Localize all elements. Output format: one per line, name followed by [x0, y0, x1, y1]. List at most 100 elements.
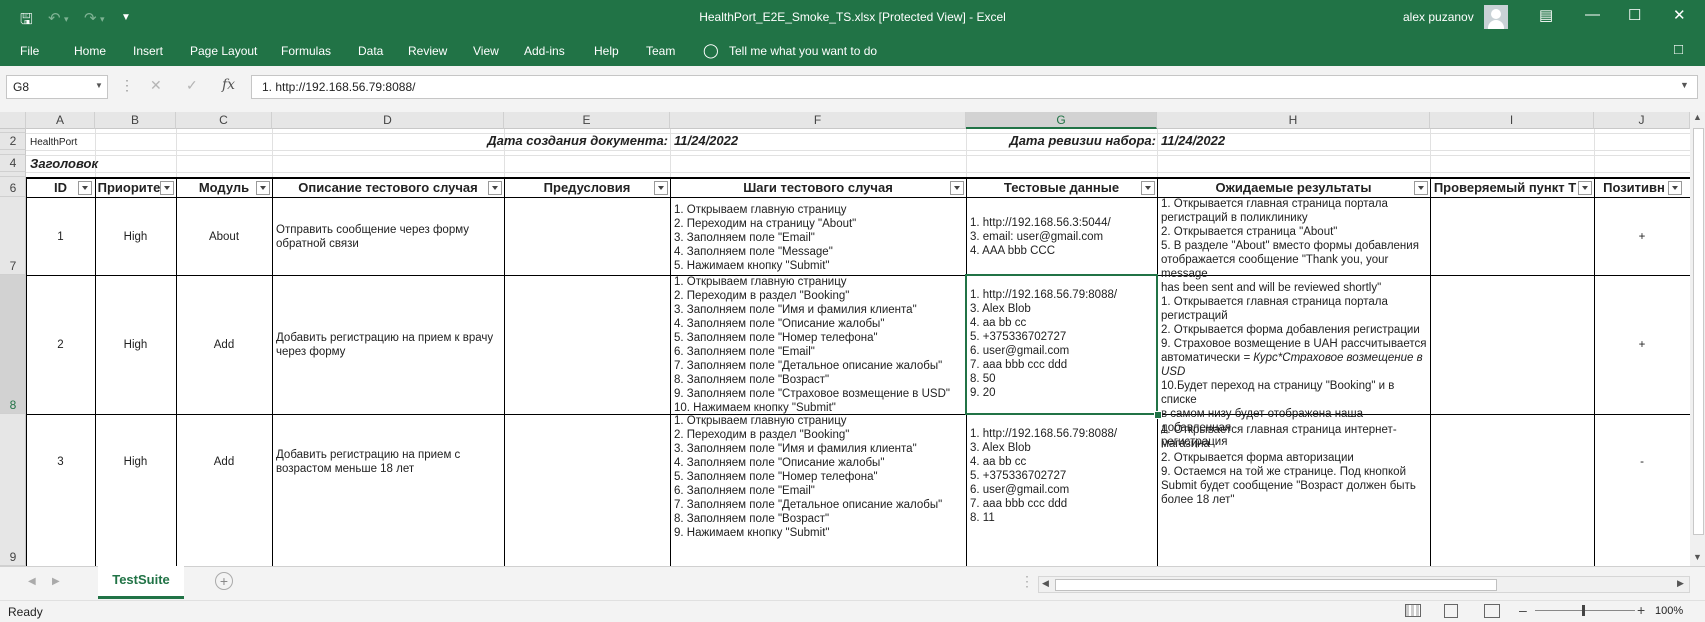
spreadsheet-grid[interactable]: A B C D E F G H I J 2 4 6 7 8 9 HealthPo…: [0, 112, 1690, 566]
case-steps[interactable]: 1. Открываем главную страницу 2. Переход…: [670, 203, 966, 273]
case-positive[interactable]: -: [1594, 455, 1690, 469]
case-expected[interactable]: 1. Открывается главная страница интернет…: [1157, 423, 1430, 507]
column-header[interactable]: A: [26, 112, 95, 129]
filter-dropdown-icon[interactable]: [488, 181, 502, 195]
case-module[interactable]: Add: [176, 338, 272, 352]
minimize-icon[interactable]: —: [1585, 6, 1600, 23]
name-box[interactable]: G8 ▼: [6, 75, 108, 99]
case-id[interactable]: 2: [26, 338, 95, 352]
filter-dropdown-icon[interactable]: [654, 181, 668, 195]
header-positive: Позитивн: [1603, 180, 1665, 195]
insert-function-icon[interactable]: fx: [222, 77, 235, 93]
case-priority[interactable]: High: [95, 455, 176, 469]
case-positive[interactable]: +: [1594, 230, 1690, 244]
horizontal-scroll-thumb[interactable]: [1055, 579, 1497, 591]
vertical-scroll-thumb[interactable]: [1693, 128, 1704, 535]
zoom-slider[interactable]: [1535, 610, 1635, 611]
filter-dropdown-icon[interactable]: [78, 181, 92, 195]
column-header[interactable]: E: [504, 112, 670, 129]
column-header[interactable]: I: [1430, 112, 1594, 129]
column-header[interactable]: F: [670, 112, 966, 129]
scroll-right-icon[interactable]: ▶: [1677, 578, 1684, 589]
tell-me-search[interactable]: Tell me what you want to do: [729, 44, 877, 58]
scroll-up-icon[interactable]: ▲: [1693, 112, 1702, 122]
case-steps[interactable]: 1. Открываем главную страницу 2. Переход…: [670, 275, 966, 415]
next-sheet-icon[interactable]: ▶: [52, 576, 60, 587]
filter-dropdown-icon[interactable]: [1578, 181, 1592, 195]
expand-formula-icon[interactable]: ▼: [1680, 80, 1689, 90]
row-header[interactable]: 6: [0, 177, 26, 197]
cell-selection: [965, 274, 1158, 415]
case-steps[interactable]: 1. Открываем главную страницу 2. Переход…: [670, 414, 966, 540]
zoom-slider-thumb[interactable]: [1582, 605, 1585, 616]
tab-home[interactable]: Home: [74, 44, 106, 58]
case-module[interactable]: About: [176, 230, 272, 244]
case-module[interactable]: Add: [176, 455, 272, 469]
case-positive[interactable]: +: [1594, 338, 1690, 352]
comments-icon[interactable]: □: [1674, 41, 1683, 58]
row-header[interactable]: 9: [0, 414, 26, 566]
case-description[interactable]: Отправить сообщение через форму обратной…: [272, 223, 504, 251]
lightbulb-icon: ◯: [703, 42, 719, 58]
fill-handle[interactable]: [1154, 411, 1162, 419]
zoom-level[interactable]: 100%: [1655, 605, 1683, 617]
column-header[interactable]: C: [176, 112, 272, 129]
tab-data[interactable]: Data: [358, 44, 383, 58]
tab-file[interactable]: File: [20, 44, 39, 58]
tab-add-ins[interactable]: Add-ins: [524, 44, 565, 58]
add-sheet-icon[interactable]: +: [215, 572, 233, 590]
column-header[interactable]: J: [1594, 112, 1690, 129]
enter-icon[interactable]: ✓: [186, 77, 198, 94]
avatar[interactable]: [1484, 5, 1508, 29]
filter-dropdown-icon[interactable]: [1414, 181, 1428, 195]
close-icon[interactable]: ✕: [1673, 6, 1686, 24]
filter-dropdown-icon[interactable]: [950, 181, 964, 195]
tab-view[interactable]: View: [473, 44, 499, 58]
case-description[interactable]: Добавить регистрацию на прием с возрасто…: [272, 448, 504, 476]
sheet-heading: Заголовок: [30, 156, 99, 171]
zoom-out-icon[interactable]: –: [1519, 602, 1527, 618]
scroll-left-icon[interactable]: ◀: [1042, 578, 1049, 589]
sheet-tab-testsuite[interactable]: TestSuite: [98, 566, 184, 599]
filter-dropdown-icon[interactable]: [1668, 181, 1682, 195]
filter-dropdown-icon[interactable]: [256, 181, 270, 195]
tab-review[interactable]: Review: [408, 44, 447, 58]
ribbon-display-options-icon[interactable]: ▤: [1539, 6, 1553, 24]
row-header[interactable]: 4: [0, 155, 26, 172]
maximize-icon[interactable]: ☐: [1628, 6, 1641, 24]
filter-dropdown-icon[interactable]: [160, 181, 174, 195]
tab-help[interactable]: Help: [594, 44, 619, 58]
normal-view-icon[interactable]: [1405, 604, 1421, 617]
column-header[interactable]: D: [272, 112, 504, 129]
row-header-selected[interactable]: 8: [0, 275, 26, 414]
column-header[interactable]: B: [95, 112, 176, 129]
name-box-dropdown-icon[interactable]: ▼: [95, 81, 103, 90]
tab-page-layout[interactable]: Page Layout: [190, 44, 257, 58]
case-description[interactable]: Добавить регистрацию на прием к врачу че…: [272, 331, 504, 359]
column-header-selected[interactable]: G: [966, 112, 1157, 129]
scroll-down-icon[interactable]: ▼: [1693, 552, 1702, 562]
column-header[interactable]: H: [1157, 112, 1430, 129]
zoom-in-icon[interactable]: +: [1637, 602, 1645, 618]
tab-insert[interactable]: Insert: [133, 44, 163, 58]
page-break-view-icon[interactable]: [1484, 604, 1500, 618]
case-id[interactable]: 3: [26, 455, 95, 469]
page-layout-view-icon[interactable]: [1444, 604, 1458, 618]
prev-sheet-icon[interactable]: ◀: [28, 576, 36, 587]
case-id[interactable]: 1: [26, 230, 95, 244]
formula-input[interactable]: 1. http://192.168.56.79:8088/ ▼: [251, 75, 1698, 99]
user-name[interactable]: alex puzanov: [1403, 10, 1474, 24]
row-header[interactable]: 2: [0, 133, 26, 150]
cancel-icon[interactable]: ✕: [150, 77, 162, 94]
select-all-corner[interactable]: [0, 112, 26, 129]
filter-dropdown-icon[interactable]: [1141, 181, 1155, 195]
case-priority[interactable]: High: [95, 230, 176, 244]
vertical-scrollbar[interactable]: ▲ ▼: [1690, 112, 1705, 566]
case-test-data[interactable]: 1. http://192.168.56.3:5044/ 3. email: u…: [966, 216, 1157, 258]
row-header[interactable]: 7: [0, 197, 26, 275]
case-priority[interactable]: High: [95, 338, 176, 352]
tab-formulas[interactable]: Formulas: [281, 44, 331, 58]
horizontal-scrollbar[interactable]: ◀ ▶: [1038, 576, 1690, 593]
case-test-data[interactable]: 1. http://192.168.56.79:8088/ 3. Alex Bl…: [966, 427, 1157, 525]
tab-team[interactable]: Team: [646, 44, 675, 58]
